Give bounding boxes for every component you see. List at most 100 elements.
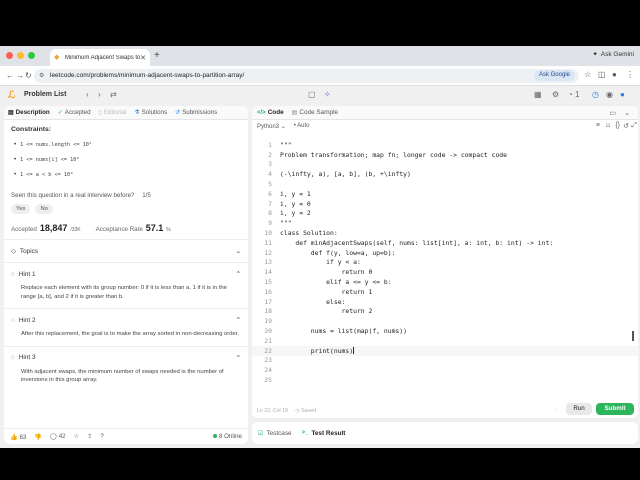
chevron-up-icon: ⌃ (235, 317, 241, 324)
profile-avatar[interactable]: ● (612, 70, 617, 79)
tab-solutions[interactable]: ⚗ Solutions (134, 109, 167, 116)
url-field[interactable]: ⚙ leetcode.com/problems/minimum-adjacent… (34, 69, 579, 83)
topics-section[interactable]: ◇ Topics ⌄ (4, 239, 248, 262)
tab-editorial[interactable]: ▯ Editorial (99, 109, 127, 116)
no-button[interactable]: No (35, 204, 53, 214)
reset-icon[interactable]: ↺ (623, 122, 629, 130)
lightbulb-icon[interactable]: ◌ (554, 407, 558, 414)
hint-1-section[interactable]: ◌ Hint 1 ⌃ Replace each element with its g… (4, 262, 248, 308)
tab-test-result[interactable]: >_ Test Result (302, 430, 346, 437)
zoom-window-button[interactable] (28, 52, 35, 59)
code-line[interactable]: 7 i, y = 0 (252, 199, 638, 209)
submit-button[interactable]: Submit (596, 403, 634, 415)
ask-gemini-button[interactable]: ✦ Ask Gemini (592, 50, 634, 59)
minimize-window-button[interactable] (17, 52, 24, 59)
timer-icon[interactable]: ◷ (592, 90, 599, 99)
star-icon[interactable]: ☆ (584, 70, 591, 79)
user-avatar[interactable]: ● (620, 90, 625, 99)
leetcode-logo-icon[interactable]: ℒ (8, 90, 15, 101)
seen-question: Seen this question in a real interview b… (11, 192, 241, 199)
forward-icon[interactable]: → (16, 71, 24, 80)
seen-answer-group: Yes No (11, 204, 241, 214)
streak-icon[interactable]: ◔ 1 (568, 90, 580, 99)
flask-icon: ⚗ (134, 110, 140, 116)
notifications-icon[interactable]: ◉ (606, 90, 613, 99)
code-line[interactable]: 18 return 2 (252, 307, 638, 317)
code-line[interactable]: 2 Problem transformation; map fn; longer … (252, 150, 638, 160)
code-line[interactable]: 13 if y < a: (252, 258, 638, 268)
language-select[interactable]: Python3 ⌄ (257, 123, 286, 130)
ai-sparkle-icon[interactable]: ✧ (324, 90, 331, 99)
code-line[interactable]: 8 i, y = 2 (252, 209, 638, 219)
autocomplete-toggle[interactable]: • Auto (294, 123, 310, 129)
code-line[interactable]: 4 (-\infty, a), [a, b], (b, +\infty) (252, 169, 638, 179)
check-icon: ✓ (57, 110, 63, 116)
code-line[interactable]: 5 (252, 179, 638, 189)
maximize-icon[interactable]: ▭ (609, 109, 616, 117)
reload-icon[interactable]: ↻ (25, 71, 32, 80)
tab-code[interactable]: </> Code (257, 109, 284, 116)
braces-icon[interactable]: {} (615, 122, 620, 129)
editor-scrollbar[interactable] (632, 331, 634, 341)
chevron-left-icon[interactable]: ‹ (86, 90, 89, 99)
menu-icon[interactable]: ⋮ (626, 70, 634, 79)
code-line[interactable]: 6 i, y = 1 (252, 189, 638, 199)
code-line[interactable]: 19 (252, 316, 638, 326)
tab-testcase[interactable]: ☑ Testcase (258, 430, 292, 437)
favorite-icon[interactable]: ☆ (74, 433, 80, 440)
code-editor[interactable]: 1 """ 2 Problem transformation; map fn; lon… (252, 140, 638, 385)
share-icon[interactable]: ⇪ (87, 433, 92, 440)
run-button[interactable]: Run (566, 403, 592, 415)
bookmark-icon[interactable]: ⌑ (606, 122, 610, 130)
tab-accepted[interactable]: ✓ Accepted (58, 109, 91, 116)
dislike-icon[interactable]: 👎 (34, 433, 42, 441)
code-line[interactable]: 16 return 1 (252, 287, 638, 297)
back-icon[interactable]: ← (6, 71, 14, 80)
hint-2-section[interactable]: ◌ Hint 2 ⌃ After this replacement, the goa… (4, 308, 248, 346)
tab-description[interactable]: ▤ Description (8, 109, 50, 116)
code-line[interactable]: 21 (252, 336, 638, 346)
new-tab-icon[interactable]: + (154, 50, 160, 61)
code-line[interactable]: 24 (252, 365, 638, 375)
help-icon[interactable]: ? (100, 433, 103, 440)
code-line[interactable]: 23 (252, 356, 638, 366)
code-text: print(nums) (280, 346, 354, 355)
site-info-icon[interactable]: ⚙ (39, 72, 44, 79)
note-icon[interactable]: ▢ (308, 90, 316, 99)
code-line[interactable]: 9 """ (252, 218, 638, 228)
fullscreen-icon[interactable]: ⤢ (631, 122, 637, 130)
menu-lines-icon[interactable]: ≡ (596, 122, 600, 129)
hint-3-section[interactable]: ◌ Hint 3 ⌃ With adjacent swaps, the minimu… (4, 345, 248, 392)
tab-label: Accepted (64, 109, 91, 116)
code-line[interactable]: 11 def minAdjacentSwaps(self, nums: list… (252, 238, 638, 248)
code-line[interactable]: 1 """ (252, 140, 638, 150)
code-line[interactable]: 14 return 0 (252, 267, 638, 277)
extensions-icon[interactable]: ◫ (598, 70, 606, 79)
layout-icon[interactable]: ▦ (534, 90, 542, 99)
close-window-button[interactable] (6, 52, 13, 59)
tab-code-sample[interactable]: ▤ Code Sample (292, 109, 338, 116)
chevron-right-icon[interactable]: › (98, 90, 101, 99)
collapse-icon[interactable]: ⌄ (624, 109, 630, 117)
code-line[interactable]: 15 elif a <= y <= b: (252, 277, 638, 287)
browser-tab[interactable]: ◆ Minimum Adjacent Swaps to ✕ (50, 49, 150, 66)
code-line[interactable]: 12 def f(y, low=a, up=b): (252, 248, 638, 258)
cursor-position: Ln 22, Col 19 (257, 408, 288, 414)
code-line[interactable]: 25 (252, 375, 638, 385)
accepted-total: /33K (70, 227, 81, 233)
ask-google-button[interactable]: Ask Google (533, 70, 575, 81)
code-line[interactable]: 17 else: (252, 297, 638, 307)
settings-gear-icon[interactable]: ⚙ (552, 90, 559, 99)
like-button[interactable]: 👍 63 (10, 433, 26, 441)
code-line[interactable]: 22 print(nums) (252, 345, 638, 356)
problem-list-link[interactable]: Problem List (24, 91, 66, 98)
code-line[interactable]: 3 (252, 160, 638, 170)
comments-button[interactable]: ◯ 42 (50, 433, 66, 440)
tab-submissions[interactable]: ↺ Submissions (175, 109, 217, 116)
code-line[interactable]: 20 nums = list(map(f, nums)) (252, 326, 638, 336)
shuffle-icon[interactable]: ⇄ (110, 90, 117, 99)
code-line[interactable]: 10 class Solution: (252, 228, 638, 238)
close-tab-icon[interactable]: ✕ (140, 54, 146, 62)
yes-button[interactable]: Yes (11, 204, 31, 214)
comment-count: 42 (58, 433, 66, 440)
